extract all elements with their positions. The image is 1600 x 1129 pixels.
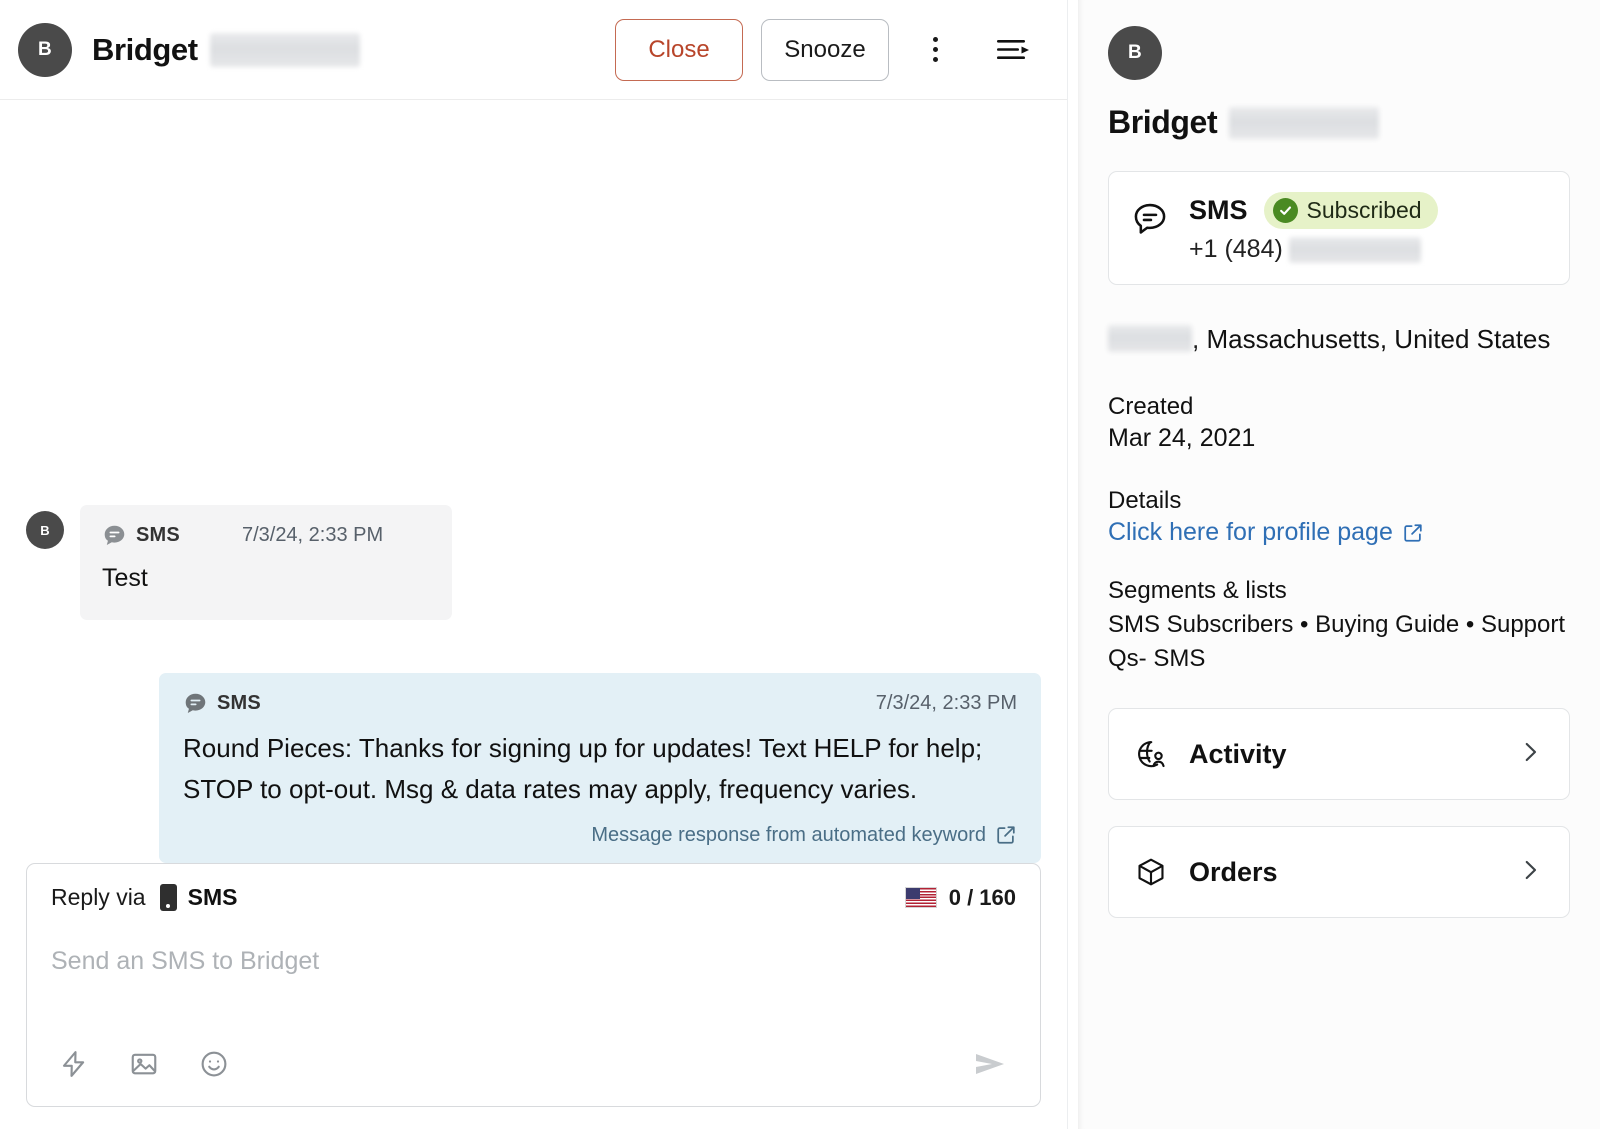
- redacted-phone-digits: [1288, 236, 1421, 263]
- phone-number: +1 (484): [1189, 235, 1547, 264]
- activity-nav-label: Activity: [1189, 738, 1287, 769]
- contact-profile-pane: B Bridget SMS Subscribed +1 (484) , Mass…: [1078, 0, 1600, 1129]
- sms-bubble-icon: [104, 525, 125, 545]
- profile-page-link[interactable]: Click here for profile page: [1108, 518, 1424, 547]
- activity-globe-icon: [1135, 738, 1167, 770]
- composer-wrapper: Reply via SMS 0 / 160 Send an SMS to Bri…: [0, 863, 1067, 1129]
- external-link-icon: [995, 824, 1017, 846]
- activity-nav-card[interactable]: Activity: [1108, 708, 1570, 801]
- message-input[interactable]: Send an SMS to Bridget: [51, 947, 1016, 976]
- quick-reply-icon[interactable]: [51, 1041, 97, 1087]
- header-contact: Bridget: [92, 32, 360, 68]
- reply-via-label: Reply via: [51, 884, 146, 910]
- message-composer[interactable]: Reply via SMS 0 / 160 Send an SMS to Bri…: [26, 863, 1041, 1107]
- message-channel: SMS: [136, 524, 180, 546]
- composer-toolbar: [51, 1038, 1016, 1090]
- redacted-last-name: [209, 32, 360, 67]
- location-field: , Massachusetts, United States: [1108, 319, 1570, 359]
- more-options-button[interactable]: [907, 22, 963, 78]
- message-meta: SMS 7/3/24, 2:33 PM: [183, 691, 1017, 716]
- composer-channel-label[interactable]: SMS: [188, 884, 238, 911]
- conversation-header: B Bridget Close Snooze: [0, 0, 1067, 100]
- status-badge: Subscribed: [1263, 192, 1438, 229]
- close-button[interactable]: Close: [615, 18, 743, 81]
- character-counter: 0 / 160: [948, 884, 1016, 910]
- created-label: Created: [1108, 393, 1194, 421]
- segments-value: SMS Subscribers • Buying Guide • Support…: [1108, 611, 1566, 673]
- message-bubble-outbound: SMS 7/3/24, 2:33 PM Round Pieces: Thanks…: [159, 672, 1041, 863]
- conversation-pane: B Bridget Close Snooze B SMS 7/3/24, 2:3…: [0, 0, 1068, 1129]
- kebab-menu-icon: [932, 37, 938, 62]
- package-box-icon: [1135, 856, 1167, 888]
- profile-name-row: Bridget: [1108, 104, 1570, 141]
- external-link-icon: [1402, 522, 1424, 544]
- segments-field: Segments & lists SMS Subscribers • Buyin…: [1108, 577, 1570, 676]
- created-field: Created Mar 24, 2021: [1108, 393, 1570, 453]
- orders-nav-card[interactable]: Orders: [1108, 826, 1570, 919]
- sms-card-title: SMS: [1189, 195, 1248, 225]
- message-body: Round Pieces: Thanks for signing up for …: [183, 732, 983, 804]
- image-attachment-icon[interactable]: [121, 1041, 167, 1087]
- phone-number-prefix: +1 (484): [1189, 235, 1283, 263]
- details-label: Details: [1108, 487, 1182, 515]
- profile-avatar: B: [1108, 26, 1162, 80]
- message-body: Test: [102, 564, 148, 592]
- collapse-panel-button[interactable]: [985, 22, 1041, 78]
- segments-label: Segments & lists: [1108, 577, 1287, 605]
- snooze-button[interactable]: Snooze: [761, 18, 889, 81]
- collapse-panel-icon: [997, 39, 1029, 59]
- sms-channel-card[interactable]: SMS Subscribed +1 (484): [1108, 171, 1570, 285]
- send-button[interactable]: [964, 1038, 1016, 1090]
- status-badge-label: Subscribed: [1306, 197, 1422, 223]
- created-value: Mar 24, 2021: [1108, 424, 1256, 453]
- details-field: Details Click here for profile page: [1108, 487, 1570, 547]
- composer-header: Reply via SMS 0 / 160: [51, 884, 1016, 911]
- pane-divider: [1068, 0, 1078, 1129]
- message-timestamp: 7/3/24, 2:33 PM: [875, 691, 1017, 714]
- chevron-right-icon: [1517, 857, 1543, 888]
- message-avatar: B: [26, 511, 64, 549]
- automated-keyword-link[interactable]: Message response from automated keyword: [183, 824, 1017, 847]
- send-icon: [976, 1054, 1004, 1074]
- mobile-phone-icon: [159, 884, 177, 911]
- message-row-inbound: B SMS 7/3/24, 2:33 PM Test: [26, 505, 1041, 620]
- chevron-right-icon: [1517, 739, 1543, 770]
- location-text: , Massachusetts, United States: [1192, 324, 1551, 354]
- profile-name: Bridget: [1108, 104, 1218, 140]
- message-bubble-inbound: SMS 7/3/24, 2:33 PM Test: [80, 505, 452, 620]
- orders-nav-label: Orders: [1189, 856, 1278, 887]
- redacted-city: [1108, 325, 1192, 352]
- sms-bubble-icon: [185, 693, 206, 713]
- avatar: B: [18, 22, 72, 77]
- message-row-outbound: SMS 7/3/24, 2:33 PM Round Pieces: Thanks…: [26, 672, 1041, 863]
- emoji-picker-icon[interactable]: [191, 1041, 237, 1087]
- profile-page-link-label: Click here for profile page: [1108, 518, 1393, 547]
- message-list: B SMS 7/3/24, 2:33 PM Test SMS 7/3/24, 2…: [0, 100, 1067, 863]
- sms-bubble-outline-icon: [1131, 200, 1169, 243]
- conversation-app: B Bridget Close Snooze B SMS 7/3/24, 2:3…: [0, 0, 1600, 1129]
- redacted-last-name: [1229, 106, 1380, 139]
- check-circle-icon: [1272, 198, 1298, 223]
- message-channel: SMS: [217, 691, 261, 714]
- message-meta: SMS 7/3/24, 2:33 PM: [102, 523, 430, 548]
- page-title: Bridget: [92, 31, 198, 67]
- us-flag-icon: [904, 887, 937, 908]
- message-timestamp: 7/3/24, 2:33 PM: [241, 524, 384, 546]
- automated-keyword-label: Message response from automated keyword: [591, 823, 986, 846]
